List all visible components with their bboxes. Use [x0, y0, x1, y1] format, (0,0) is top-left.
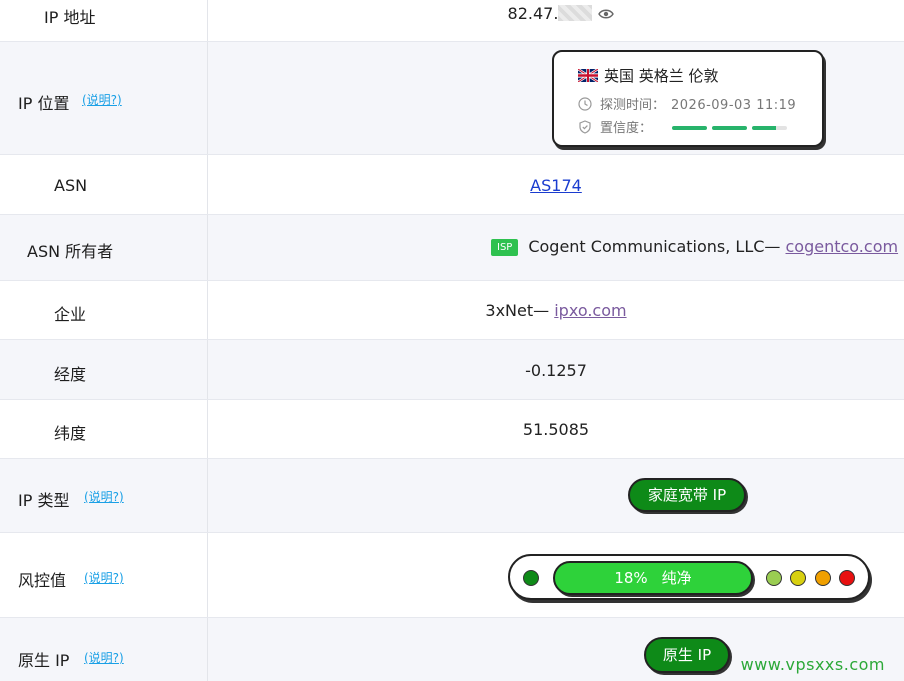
ip-type-badge: 家庭宽带 IP — [628, 478, 746, 512]
company-name: 3xNet— — [485, 301, 550, 320]
risk-status: 纯净 — [661, 569, 692, 587]
probe-time-line: 探测时间： 2026-09-03 11:19 — [578, 94, 796, 113]
eye-icon[interactable] — [598, 5, 615, 24]
probe-time-value: 2026-09-03 11:19 — [671, 98, 797, 113]
company-domain-link[interactable]: ipxo.com — [554, 301, 626, 320]
row-longitude: 经度 -0.1257 — [0, 340, 904, 400]
row-ip-location: IP 位置 (说明?) 英国 英格兰 伦敦 探测时间： 2026-09-03 11… — [0, 42, 904, 155]
confidence-bar — [672, 126, 708, 130]
label-cell: 纬度 — [0, 400, 208, 458]
risk-meter-panel: 18% 纯净 — [508, 554, 870, 600]
location-place: 英国 英格兰 伦敦 — [578, 65, 719, 86]
asn-owner-domain-link[interactable]: cogentco.com — [786, 237, 899, 256]
value-cell: 3xNet— ipxo.com — [208, 281, 904, 339]
ip-location-label: IP 位置 — [18, 94, 70, 113]
risk-dot-dark-green — [523, 570, 539, 586]
ip-type-help-link[interactable]: (说明?) — [84, 488, 124, 505]
native-ip-help-link[interactable]: (说明?) — [84, 649, 124, 666]
value-cell: -0.1257 — [208, 340, 904, 399]
asn-label: ASN — [54, 176, 88, 195]
label-cell: IP 地址 — [0, 0, 208, 41]
value-cell: AS174 — [208, 155, 904, 214]
label-cell: ASN 所有者 — [0, 215, 208, 280]
row-company: 企业 3xNet— ipxo.com — [0, 281, 904, 340]
location-place-text: 英国 英格兰 伦敦 — [604, 67, 719, 85]
value-cell: 18% 纯净 — [208, 533, 904, 617]
latitude-label: 纬度 — [54, 424, 87, 443]
value-cell: 家庭宽带 IP — [208, 459, 904, 532]
clock-icon — [578, 97, 592, 111]
confidence-label: 置信度： — [600, 121, 653, 136]
confidence-line: 置信度： — [578, 117, 792, 136]
ip-address-prefix: 82.47. — [507, 4, 559, 23]
label-cell: 原生 IP (说明?) — [0, 618, 208, 681]
location-card: 英国 英格兰 伦敦 探测时间： 2026-09-03 11:19 置信度： — [552, 50, 824, 147]
label-cell: 风控值 (说明?) — [0, 533, 208, 617]
row-latitude: 纬度 51.5085 — [0, 400, 904, 459]
row-asn: ASN AS174 — [0, 155, 904, 215]
row-asn-owner: ASN 所有者 ISP Cogent Communications, LLC— c… — [0, 215, 904, 281]
risk-help-link[interactable]: (说明?) — [84, 569, 124, 586]
probe-time-label: 探测时间： — [600, 98, 666, 113]
value-cell: ISP Cogent Communications, LLC— cogentco.… — [208, 215, 904, 280]
asn-owner-name: Cogent Communications, LLC— — [528, 237, 781, 256]
latitude-value: 51.5085 — [522, 420, 590, 439]
ip-mask — [558, 5, 593, 21]
risk-value: 18% — [614, 569, 648, 587]
risk-dot-orange — [815, 570, 831, 586]
value-cell: 82.47. — [208, 0, 904, 41]
confidence-bars — [672, 119, 792, 134]
risk-dot-light-green — [766, 570, 782, 586]
native-ip-label: 原生 IP — [18, 651, 70, 670]
risk-label: 风控值 — [18, 571, 67, 590]
company-value: 3xNet— ipxo.com — [208, 301, 904, 320]
ip-address-value: 82.47. — [208, 4, 904, 24]
watermark: www.vpsxxs.com — [740, 655, 885, 674]
longitude-label: 经度 — [54, 365, 87, 384]
asn-link[interactable]: AS174 — [530, 176, 582, 195]
shield-icon — [579, 120, 591, 134]
risk-meter-bar: 18% 纯净 — [553, 561, 753, 595]
isp-badge: ISP — [491, 239, 519, 256]
risk-dot-yellow — [790, 570, 806, 586]
value-cell: 英国 英格兰 伦敦 探测时间： 2026-09-03 11:19 置信度： — [208, 42, 904, 154]
label-cell: ASN — [0, 155, 208, 214]
label-cell: IP 位置 (说明?) — [0, 42, 208, 154]
ip-address-label: IP 地址 — [44, 8, 96, 27]
confidence-bar — [752, 126, 788, 130]
label-cell: 经度 — [0, 340, 208, 399]
row-ip-address: IP 地址 82.47. — [0, 0, 904, 42]
value-cell: 51.5085 — [208, 400, 904, 458]
label-cell: IP 类型 (说明?) — [0, 459, 208, 532]
ip-location-help-link[interactable]: (说明?) — [82, 91, 122, 108]
row-ip-type: IP 类型 (说明?) 家庭宽带 IP — [0, 459, 904, 533]
confidence-bar — [712, 126, 748, 130]
uk-flag-icon — [578, 69, 598, 82]
longitude-value: -0.1257 — [525, 361, 587, 380]
native-ip-badge: 原生 IP — [644, 637, 730, 673]
risk-dot-red — [839, 570, 855, 586]
ip-type-label: IP 类型 — [18, 491, 70, 510]
row-risk: 风控值 (说明?) 18% 纯净 — [0, 533, 904, 618]
asn-owner-value: ISP Cogent Communications, LLC— cogentco.… — [491, 237, 898, 256]
company-label: 企业 — [54, 305, 87, 324]
asn-owner-label: ASN 所有者 — [27, 242, 114, 261]
label-cell: 企业 — [0, 281, 208, 339]
